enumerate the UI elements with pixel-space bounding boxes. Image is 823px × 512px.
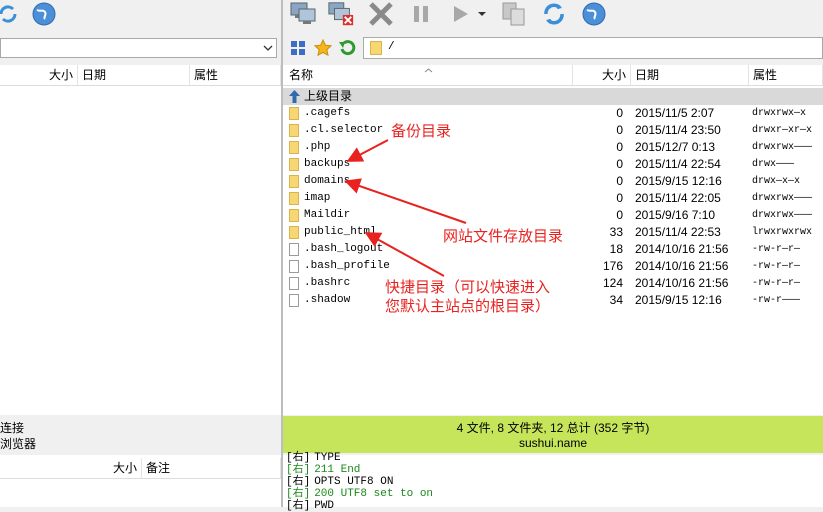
log-tag: [右] bbox=[286, 500, 311, 512]
status-summary: 4 文件, 8 文件夹, 12 总计 (352 字节) bbox=[456, 421, 650, 435]
log-tag: [右] bbox=[286, 488, 311, 500]
log-panel[interactable]: [右] TYPE [右] 211 End [右] OPTS UTF8 ON [右] 200 U… bbox=[283, 452, 823, 512]
log-text: TYPE bbox=[314, 452, 341, 464]
status-bar: 4 文件, 8 文件夹, 12 总计 (352 字节) sushui.name bbox=[283, 416, 823, 453]
shortcut-annotation-line2: 您默认主站点的根目录） bbox=[385, 298, 551, 315]
shortcut-annotation-line1: 快捷目录（可以快速进入 bbox=[385, 279, 551, 296]
website-annotation: 网站文件存放目录 bbox=[443, 228, 564, 245]
log-line: [右] PWD bbox=[286, 500, 334, 512]
log-line: [右] 200 UTF8 set to on bbox=[286, 488, 433, 500]
log-tag: [右] bbox=[286, 464, 311, 476]
log-line: [右] TYPE bbox=[286, 452, 341, 464]
shortcut-arrow bbox=[364, 232, 445, 277]
log-tag: [右] bbox=[286, 476, 311, 488]
backup-annotation: 备份目录 bbox=[391, 123, 452, 140]
log-text: 200 UTF8 set to on bbox=[314, 488, 434, 500]
log-tag: [右] bbox=[286, 452, 311, 464]
website-arrow bbox=[344, 178, 467, 224]
log-text: OPTS UTF8 ON bbox=[314, 476, 394, 488]
backup-arrow bbox=[346, 139, 389, 162]
log-text: PWD bbox=[314, 500, 335, 512]
status-host: sushui.name bbox=[518, 436, 588, 450]
log-line: [右] 211 End bbox=[286, 464, 360, 476]
log-line: [右] OPTS UTF8 ON bbox=[286, 476, 393, 488]
log-text: 211 End bbox=[314, 464, 361, 476]
